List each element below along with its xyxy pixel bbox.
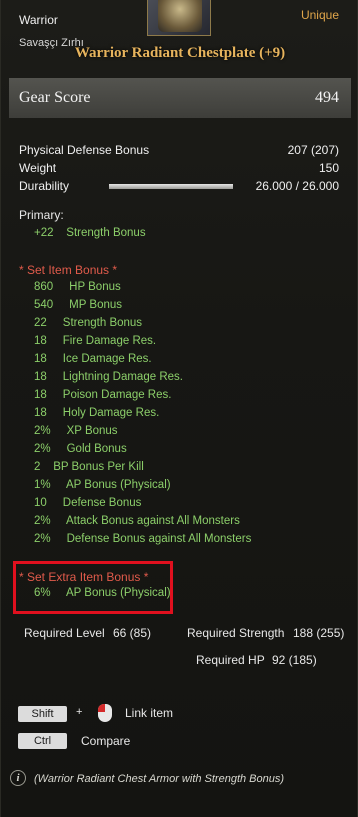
gear-score-bar: Gear Score 494 (9, 78, 351, 118)
stat-value: 207 (207) (287, 143, 339, 157)
set-bonus-label: * Set Item Bonus * (19, 263, 118, 277)
tooltip-header: Warrior Savaşçı Zırhı Unique Warrior Rad… (1, 0, 358, 70)
bonus-name: Lightning Damage Res. (62, 371, 183, 383)
required-hp-label: Required HP (196, 653, 265, 667)
stat-weight: Weight 150 (19, 161, 339, 177)
mouse-icon (98, 704, 112, 722)
bonus-name: Holy Damage Res. (62, 407, 160, 419)
set-bonus-line: 22 Strength Bonus (34, 317, 142, 329)
set-bonus-line: 1% AP Bonus (Physical) (34, 479, 171, 491)
set-bonus-line: 2% XP Bonus (34, 425, 118, 437)
bonus-value: +22 (34, 227, 54, 239)
required-level-label: Required Level (24, 626, 105, 640)
bonus-name: HP Bonus (69, 281, 121, 293)
bonus-name: AP Bonus (Physical) (65, 479, 171, 491)
stat-label: Physical Defense Bonus (19, 143, 150, 157)
bonus-value: 10 (34, 497, 47, 509)
bonus-name: AP Bonus (Physical) (65, 587, 171, 599)
set-bonus-line: 540 MP Bonus (34, 299, 122, 311)
durability-bar (109, 184, 233, 189)
stat-label: Durability (19, 179, 70, 193)
set-bonus-line: 2 BP Bonus Per Kill (34, 461, 144, 473)
gear-score-label: Gear Score (19, 89, 91, 106)
extra-bonus-label: * Set Extra Item Bonus * (19, 570, 149, 584)
set-bonus-line: 18 Fire Damage Res. (34, 335, 156, 347)
set-bonus-line: 10 Defense Bonus (34, 497, 141, 509)
bonus-name: Poison Damage Res. (62, 389, 172, 401)
bonus-value: 18 (34, 335, 47, 347)
info-icon: i (10, 770, 26, 786)
durability-fill (109, 184, 233, 189)
bonus-value: 18 (34, 371, 47, 383)
bonus-value: 2% (34, 443, 51, 455)
bonus-name: Attack Bonus against All Monsters (65, 515, 240, 527)
stat-value: 26.000 / 26.000 (255, 179, 339, 193)
bonus-value: 22 (34, 317, 47, 329)
set-bonus-line: 860 HP Bonus (34, 281, 121, 293)
shift-key: Shift (18, 706, 67, 722)
set-bonus-line: 18 Lightning Damage Res. (34, 371, 183, 383)
set-bonus-line: 18 Ice Damage Res. (34, 353, 152, 365)
required-level-value: 66 (85) (113, 626, 152, 640)
bonus-value: 1% (34, 479, 51, 491)
gear-score-value: 494 (315, 89, 339, 106)
set-bonus-line: 2% Gold Bonus (34, 443, 127, 455)
bonus-value: 540 (34, 299, 54, 311)
item-description: (Warrior Radiant Chest Armor with Streng… (34, 773, 285, 785)
extra-bonus-line: 6% AP Bonus (Physical) (34, 587, 171, 599)
ctrl-key: Ctrl (18, 733, 67, 749)
bonus-value: 860 (34, 281, 54, 293)
bonus-value: 18 (34, 353, 47, 365)
link-item-label: Link item (125, 706, 174, 720)
bonus-name: Defense Bonus against All Monsters (66, 533, 252, 545)
plus-sign: + (76, 706, 83, 718)
bonus-value: 18 (34, 407, 47, 419)
bonus-name: Fire Damage Res. (62, 335, 157, 347)
bonus-value: 2 (34, 461, 41, 473)
bonus-value: 6% (34, 587, 51, 599)
bonus-value: 2% (34, 425, 51, 437)
bonus-value: 2% (34, 515, 51, 527)
item-tooltip: Warrior Savaşçı Zırhı Unique Warrior Rad… (0, 0, 358, 817)
required-hp-value: 92 (185) (272, 653, 317, 667)
bonus-name: MP Bonus (69, 299, 123, 311)
bonus-name: Strength Bonus (62, 317, 143, 329)
bonus-name: XP Bonus (66, 425, 118, 437)
bonus-name: Gold Bonus (66, 443, 127, 455)
set-bonus-line: 18 Holy Damage Res. (34, 407, 159, 419)
compare-label: Compare (81, 734, 131, 748)
primary-label: Primary: (19, 208, 64, 222)
stat-value: 150 (318, 161, 339, 175)
item-class: Warrior (19, 13, 58, 27)
required-strength-label: Required Strength (187, 626, 285, 640)
primary-bonus: +22 Strength Bonus (34, 227, 146, 239)
bonus-name: Strength Bonus (66, 227, 146, 239)
stat-physical-defense: Physical Defense Bonus 207 (207) (19, 143, 339, 159)
set-bonus-line: 2% Attack Bonus against All Monsters (34, 515, 240, 527)
item-title: Warrior Radiant Chestplate (+9) (74, 45, 286, 61)
item-rarity: Unique (300, 8, 339, 22)
required-strength-value: 188 (255) (293, 626, 345, 640)
set-bonus-line: 18 Poison Damage Res. (34, 389, 171, 401)
bonus-name: BP Bonus Per Kill (53, 461, 144, 473)
bonus-name: Ice Damage Res. (62, 353, 152, 365)
set-bonus-line: 2% Defense Bonus against All Monsters (34, 533, 251, 545)
bonus-value: 2% (34, 533, 51, 545)
stat-label: Weight (19, 161, 57, 175)
bonus-value: 18 (34, 389, 47, 401)
bonus-name: Defense Bonus (62, 497, 142, 509)
chest-armor-icon (147, 0, 211, 36)
